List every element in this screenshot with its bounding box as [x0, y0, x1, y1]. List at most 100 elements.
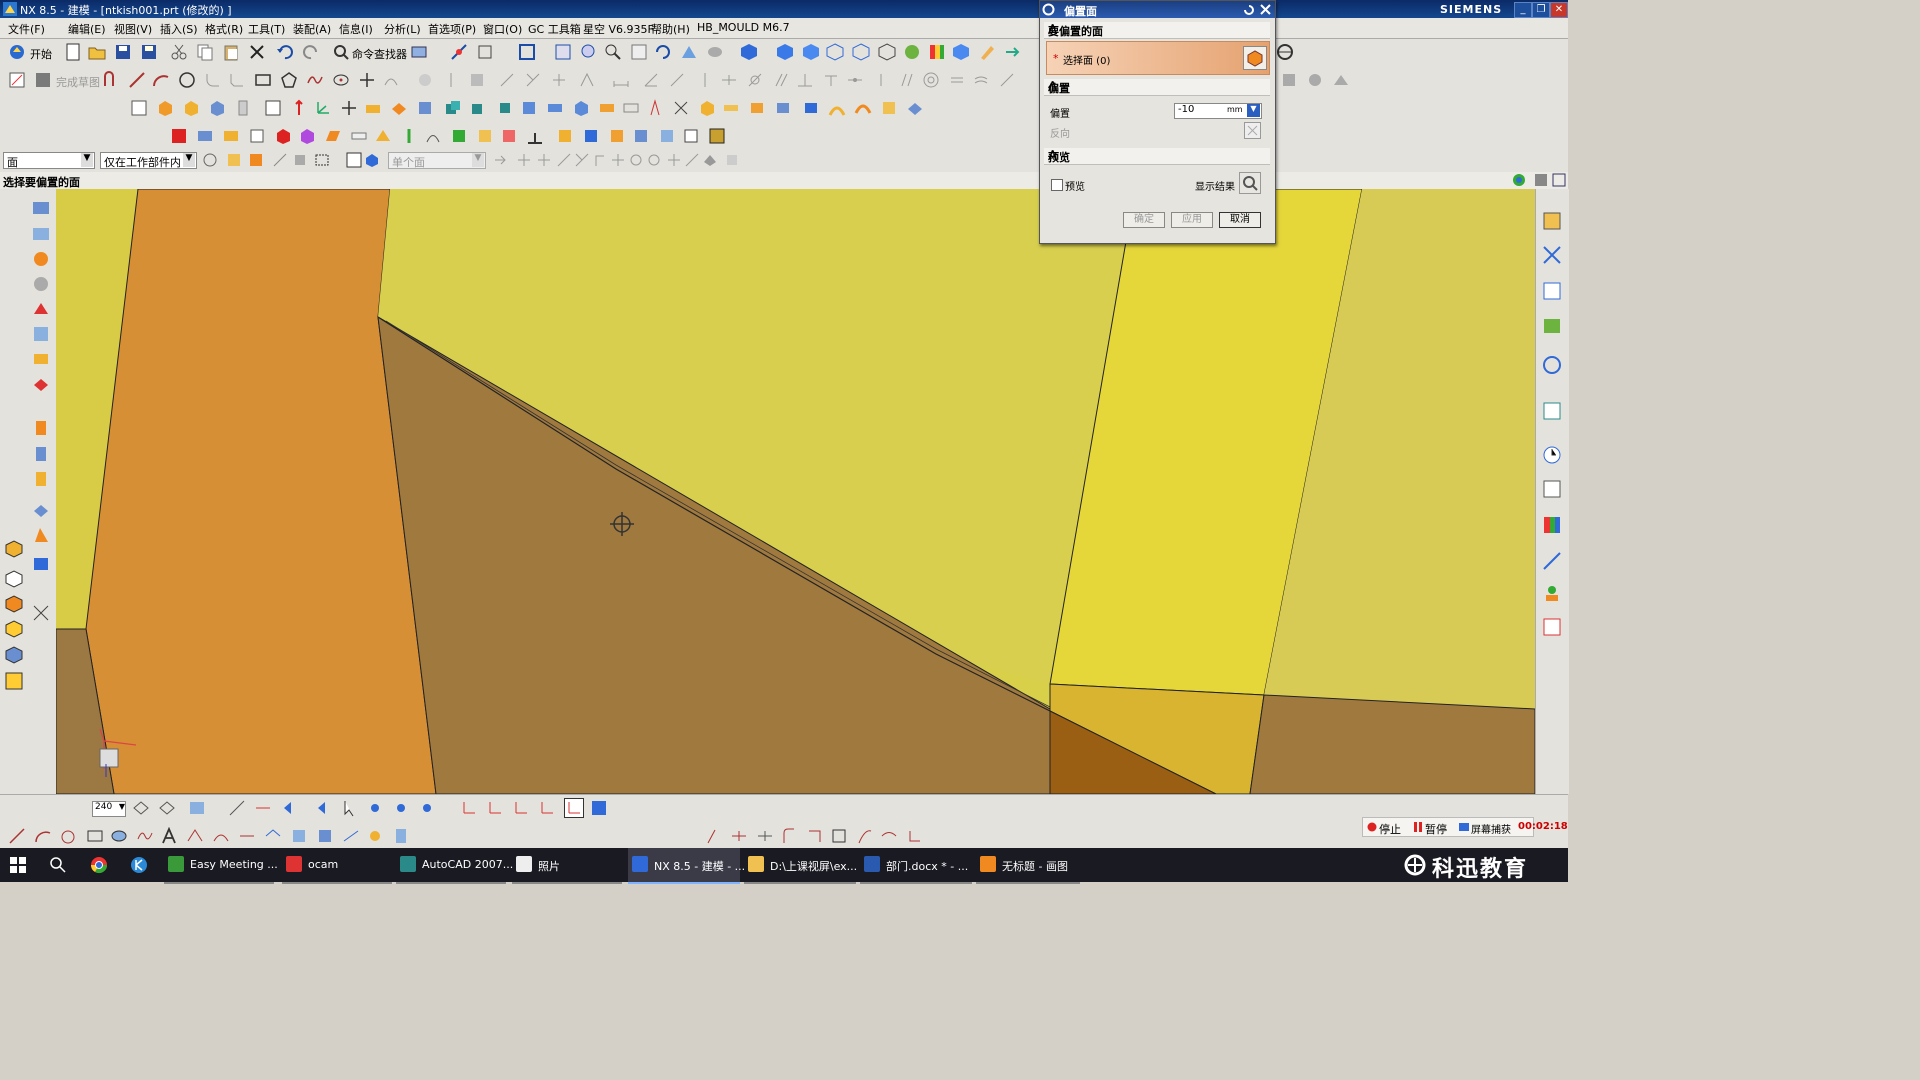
layer-settings-icon[interactable]	[132, 799, 150, 817]
zoom-window-icon[interactable]	[554, 43, 572, 61]
offset-value-field[interactable]: -10 mm ▼	[1174, 103, 1262, 119]
taskbar-item-explorer[interactable]: D:\上课视屏\ex...	[744, 848, 857, 884]
subtract-icon[interactable]	[470, 99, 488, 117]
datum-plane-icon[interactable]	[264, 99, 282, 117]
collapse-icon[interactable]: ⋀	[1048, 148, 1266, 161]
snap-endpoint-icon[interactable]	[516, 152, 532, 168]
cancel-button[interactable]: 取消	[1219, 212, 1261, 228]
quick-trim-icon[interactable]	[498, 71, 516, 89]
parallel-icon[interactable]	[772, 71, 790, 89]
rotate-icon[interactable]	[654, 43, 672, 61]
finish-sketch-icon[interactable]	[34, 71, 52, 89]
start-button[interactable]: 开始	[30, 46, 52, 62]
menu-file[interactable]: 文件(F)	[8, 21, 45, 37]
edit-curve3-icon[interactable]	[756, 827, 774, 845]
sketch-tools2-icon[interactable]	[1306, 71, 1324, 89]
layer-icon[interactable]	[952, 43, 970, 61]
menu-info[interactable]: 信息(I)	[339, 21, 373, 37]
assembly-navigator-icon[interactable]	[32, 199, 50, 217]
taskbar-item-autocad[interactable]: AutoCAD 2007...	[396, 848, 513, 884]
polygon-icon[interactable]	[280, 71, 298, 89]
curve-arc-icon[interactable]	[34, 827, 52, 845]
delete-icon[interactable]	[248, 43, 266, 61]
menu-format[interactable]: 格式(R)	[205, 21, 243, 37]
taskbar-item-word[interactable]: 部门.docx * - ...	[860, 848, 972, 884]
make-tangent-icon[interactable]	[500, 127, 518, 145]
chevron-down-icon[interactable]: ▼	[119, 802, 125, 811]
minimize-icon[interactable]: _	[1514, 2, 1532, 18]
text-icon[interactable]	[160, 827, 178, 845]
csys-icon[interactable]	[314, 99, 332, 117]
view-right-icon[interactable]	[826, 43, 844, 61]
delete-face-icon[interactable]	[298, 127, 316, 145]
chamfer-body-icon[interactable]	[598, 99, 616, 117]
menu-xingkong[interactable]: 星空 V6.935F	[583, 21, 654, 37]
collinear-icon[interactable]	[898, 71, 916, 89]
snap-arc-center-icon[interactable]	[646, 152, 662, 168]
line-icon[interactable]	[128, 71, 146, 89]
move-face-icon[interactable]	[170, 127, 188, 145]
snap-on-curve-icon[interactable]	[684, 152, 700, 168]
part-navigator-icon[interactable]	[32, 225, 50, 243]
web-browser-icon[interactable]	[32, 325, 50, 343]
pattern-feature-icon[interactable]	[672, 99, 690, 117]
resize-blend-icon[interactable]	[274, 127, 292, 145]
offset-section-header[interactable]: 偏置 ⋀	[1044, 79, 1270, 96]
taskbar-item-paint[interactable]: 无标题 - 画图	[976, 848, 1080, 884]
sidebar-part5-icon[interactable]	[4, 645, 24, 665]
ellipse-icon[interactable]	[332, 71, 350, 89]
view-left-icon[interactable]	[852, 43, 870, 61]
collapse-icon[interactable]: ⋀	[1048, 79, 1266, 92]
chevron-down-icon[interactable]: ▼	[472, 153, 484, 167]
curve-tool1-icon[interactable]	[186, 827, 204, 845]
view-orient-icon[interactable]	[740, 43, 758, 61]
shell-body-icon[interactable]	[708, 127, 726, 145]
snap-quadrant-icon[interactable]	[610, 152, 626, 168]
sketch-tools3-icon[interactable]	[1332, 71, 1350, 89]
curve-tool4-icon[interactable]	[264, 827, 282, 845]
curve-tool2-icon[interactable]	[212, 827, 230, 845]
fillet-icon[interactable]	[204, 71, 222, 89]
chevron-down-icon[interactable]: ▼	[81, 153, 93, 167]
curve-tool6-icon[interactable]	[316, 827, 334, 845]
concentric-icon[interactable]	[922, 71, 940, 89]
csys-triad4-icon[interactable]	[538, 799, 556, 817]
show-result-icon[interactable]	[1239, 172, 1261, 194]
perspective-icon[interactable]	[680, 43, 698, 61]
csys-triad3-icon[interactable]	[512, 799, 530, 817]
menu-insert[interactable]: 插入(S)	[160, 21, 198, 37]
filter-reset-icon[interactable]	[202, 152, 218, 168]
angular-dimension-icon[interactable]	[658, 127, 676, 145]
clock-icon[interactable]	[1542, 445, 1562, 465]
resource-tab-6-icon[interactable]	[1542, 401, 1562, 421]
snap-control-icon[interactable]	[556, 152, 572, 168]
csys-triad2-icon[interactable]	[486, 799, 504, 817]
resource-tab-2-icon[interactable]	[1542, 245, 1562, 265]
dimension-icon[interactable]	[612, 71, 630, 89]
rectangle-select-icon[interactable]	[314, 152, 330, 168]
sidebar-part3-icon[interactable]	[4, 594, 24, 614]
offset-curve-icon[interactable]	[382, 71, 400, 89]
chrome-icon[interactable]	[90, 856, 108, 874]
resource-tab-1-icon[interactable]	[1542, 211, 1562, 231]
edit-curve9-icon[interactable]	[906, 827, 924, 845]
k-app-icon[interactable]	[130, 856, 148, 874]
profile-icon[interactable]	[102, 71, 120, 89]
unite-icon[interactable]	[444, 99, 462, 117]
datum-axis-icon[interactable]	[290, 99, 308, 117]
fullscreen-icon[interactable]	[1534, 173, 1548, 187]
patch-icon[interactable]	[906, 99, 924, 117]
split-body-icon[interactable]	[546, 99, 564, 117]
menu-hb-mould[interactable]: HB_MOULD M6.7	[697, 21, 790, 34]
type-filter-dropdown[interactable]: 面 ▼	[3, 152, 95, 169]
sidebar-part4-icon[interactable]	[4, 619, 24, 639]
ruled-icon[interactable]	[364, 99, 382, 117]
snap-midpoint-icon[interactable]	[536, 152, 552, 168]
vector-constructor-icon[interactable]	[254, 799, 272, 817]
system-materials-icon[interactable]	[32, 375, 50, 393]
make-parallel-icon[interactable]	[556, 127, 574, 145]
copy-face-icon[interactable]	[324, 127, 342, 145]
sweep-icon[interactable]	[828, 99, 846, 117]
snap-point-icon[interactable]	[666, 152, 682, 168]
section-view-icon[interactable]	[1276, 43, 1294, 61]
